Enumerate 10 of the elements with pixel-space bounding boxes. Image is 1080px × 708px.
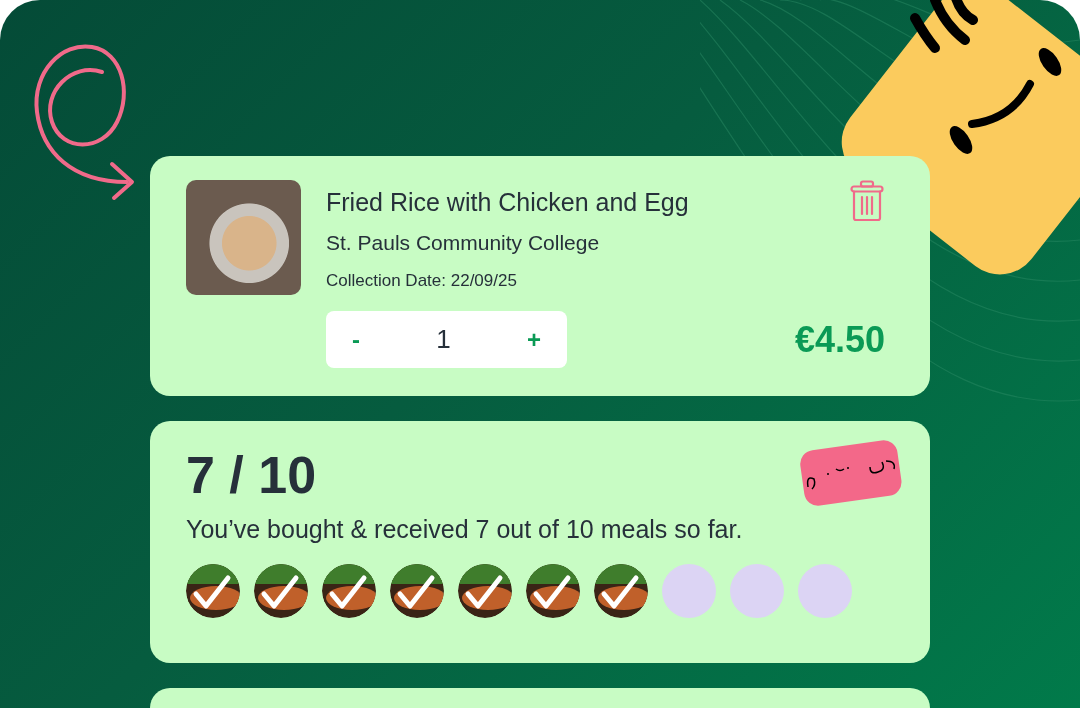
progress-message: You’ve bought & received 7 out of 10 meals so far. (186, 515, 744, 544)
increment-button[interactable]: + (522, 325, 545, 354)
location-text: St. Pauls Community College (326, 231, 601, 255)
meal-title: Fried Rice with Chicken and Egg (326, 188, 689, 217)
quantity-value: 1 (436, 324, 451, 355)
trash-icon[interactable] (850, 180, 884, 222)
collection-date: Collection Date: 22/09/25 (326, 271, 518, 291)
decrement-button[interactable]: - (348, 325, 364, 354)
price-text: €4.50 (794, 318, 885, 361)
meal-count: 7 / 10 (186, 449, 317, 501)
